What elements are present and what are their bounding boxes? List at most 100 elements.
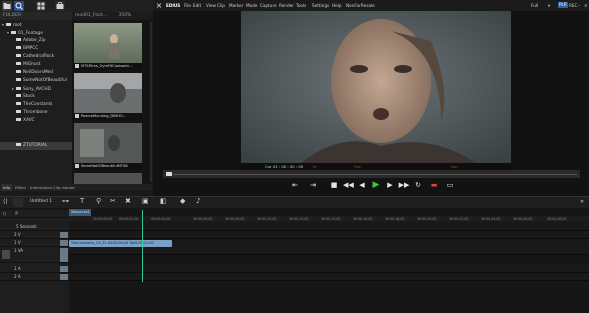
settings-icon[interactable]: ◆ xyxy=(180,197,185,205)
track-lane[interactable] xyxy=(69,273,589,281)
track-header-row[interactable]: 1 A xyxy=(0,265,69,273)
chevron-down-icon[interactable]: ▾ xyxy=(548,0,550,11)
sequence-tab[interactable]: Sequence1 xyxy=(69,209,91,216)
snap-icon[interactable]: ⟨⟩ xyxy=(3,211,6,216)
timeline-playhead[interactable] xyxy=(142,210,143,282)
step-back-icon[interactable]: ◀ xyxy=(357,180,367,190)
cut-icon[interactable]: ✂ xyxy=(110,197,116,205)
track-patch[interactable] xyxy=(60,232,68,238)
track-header-row[interactable]: 2 A xyxy=(0,273,69,281)
folder-icon xyxy=(16,142,21,147)
folder-icon xyxy=(16,45,21,50)
menu-bar: EDIUS File Edit View Clip Marker Mode Ca… xyxy=(153,0,589,11)
insert-icon[interactable]: ▬ xyxy=(428,180,440,190)
folder-icon[interactable] xyxy=(13,198,23,207)
tab-clip-marker[interactable]: Clip marker xyxy=(51,184,77,191)
thumbnail-image xyxy=(74,73,142,113)
menu-view[interactable]: View xyxy=(206,0,216,11)
render-icon[interactable]: ◧ xyxy=(160,197,167,205)
fast-forward-icon[interactable]: ▶▶ xyxy=(398,180,410,190)
tab-info[interactable]: Info xyxy=(1,184,13,191)
close-icon[interactable]: ✕ xyxy=(580,199,584,205)
menu-render[interactable]: Render xyxy=(279,0,294,11)
thumbnail-caption: PearceMunning_DIMHO... xyxy=(74,113,142,120)
track-lane[interactable] xyxy=(69,223,589,231)
minimize-icon[interactable]: – xyxy=(578,0,580,11)
menu-mode[interactable]: Mode xyxy=(246,0,257,11)
tab-effect[interactable]: Effect xyxy=(13,184,28,191)
ruler-tick: 00:00:06;00 xyxy=(193,217,213,221)
menu-file[interactable]: File xyxy=(184,0,191,11)
timeline-ruler[interactable]: 00:00:00;00 00:00:02;00 00:00:04;00 00:0… xyxy=(69,216,589,222)
mode-label[interactable]: Full xyxy=(531,0,538,11)
timeline-clip[interactable]: TheConstants_CU_TL 00:00:00;00 Ta00:00:1… xyxy=(69,240,172,247)
track-lane[interactable] xyxy=(69,231,589,239)
search-icon[interactable] xyxy=(14,1,24,11)
briefcase-icon[interactable] xyxy=(55,1,65,11)
ruler-tick: 00:00:10;00 xyxy=(257,217,277,221)
rewind-icon[interactable]: ◀◀ xyxy=(343,180,354,190)
clip-thumbnail[interactable] xyxy=(74,173,142,184)
text-tool-icon[interactable]: T xyxy=(80,197,84,205)
clip-thumbnail[interactable]: SomeNotOfBeautifulMTSB xyxy=(74,123,142,170)
delete-icon[interactable]: ✖ xyxy=(125,197,131,205)
track-patch[interactable] xyxy=(60,274,68,280)
marker-icon[interactable]: ⚲ xyxy=(96,197,101,205)
folder-icon[interactable] xyxy=(2,1,12,11)
menu-help[interactable]: Help xyxy=(332,0,342,11)
pointer-icon[interactable]: P xyxy=(15,211,17,216)
zoom-level[interactable]: 350% xyxy=(118,13,131,18)
close-window-icon[interactable]: ✕ xyxy=(584,0,588,11)
layout-icon[interactable]: ▣ xyxy=(142,197,149,205)
track-patch[interactable] xyxy=(60,240,68,246)
track-patch[interactable] xyxy=(60,248,68,262)
overwrite-icon[interactable]: ▭ xyxy=(444,180,456,190)
audio-icon[interactable]: ♪ xyxy=(196,197,200,205)
playhead-handle[interactable] xyxy=(166,172,172,176)
track-patch[interactable] xyxy=(60,266,68,272)
folder-icon xyxy=(16,37,21,42)
folder-icon xyxy=(6,22,11,27)
ruler-tick: 00:00:16;00 xyxy=(353,217,373,221)
clip-thumbnail[interactable]: MTSFilms_GymFitCoolsonic... xyxy=(74,23,142,70)
step-forward-icon[interactable]: ▶ xyxy=(385,180,395,190)
menu-tools[interactable]: Tools xyxy=(296,0,306,11)
track-header-row[interactable]: 1 V xyxy=(0,239,69,247)
set-in-icon[interactable]: ⇤ xyxy=(288,180,302,190)
plr-button[interactable]: PLR xyxy=(558,2,568,8)
time-scale: 5 Seconds xyxy=(16,224,37,229)
bin-scrollbar[interactable] xyxy=(150,22,152,182)
menu-settings[interactable]: Settings xyxy=(312,0,329,11)
timeline-controls: ⟨⟩ P xyxy=(0,210,69,218)
bin-path: mod01_Foot... xyxy=(75,13,107,18)
video-preview[interactable] xyxy=(241,11,511,163)
grid-view-icon[interactable] xyxy=(36,1,46,11)
menu-edit[interactable]: Edit xyxy=(193,0,201,11)
play-icon[interactable]: ▶ xyxy=(370,180,382,190)
menu-marker[interactable]: Marker xyxy=(229,0,243,11)
track-header-row[interactable]: 2 V xyxy=(0,231,69,239)
clip-thumbnail[interactable]: PearceMunning_DIMHO... xyxy=(74,73,142,120)
tree-item-root[interactable]: ▾ root xyxy=(0,21,74,29)
set-out-icon[interactable]: ⇥ xyxy=(306,180,320,190)
time-scale-row[interactable]: 5 Seconds xyxy=(0,223,69,231)
close-icon[interactable] xyxy=(155,0,163,11)
stop-icon[interactable]: ■ xyxy=(329,180,339,190)
menu-capture[interactable]: Capture xyxy=(260,0,277,11)
ripple-icon[interactable]: ⟨⟩ xyxy=(3,198,8,205)
top-toolbar xyxy=(0,0,153,12)
bin-panel: mod01_Foot... 350% MTSFilms_GymFitCoolso… xyxy=(72,12,152,184)
track-select-icon[interactable] xyxy=(2,250,10,259)
menu-nonforresale[interactable]: NonForResale xyxy=(346,0,375,11)
ruler-tick: 00:00:28;00 xyxy=(547,217,567,221)
folder-panel-title: FOLDER xyxy=(0,12,72,20)
folder-icon xyxy=(16,69,21,74)
scrub-bar[interactable] xyxy=(163,170,580,178)
loop-icon[interactable]: ↻ xyxy=(413,180,423,190)
menu-clip[interactable]: Clip xyxy=(217,0,225,11)
rec-button[interactable]: REC xyxy=(569,0,577,11)
edit-mode-icon[interactable]: ⊶ xyxy=(62,197,69,205)
track-lane[interactable] xyxy=(69,265,589,273)
tree-item-footage[interactable]: ▾ 01_Footage xyxy=(0,29,79,37)
track-header-row[interactable]: 1 VA xyxy=(0,247,69,263)
